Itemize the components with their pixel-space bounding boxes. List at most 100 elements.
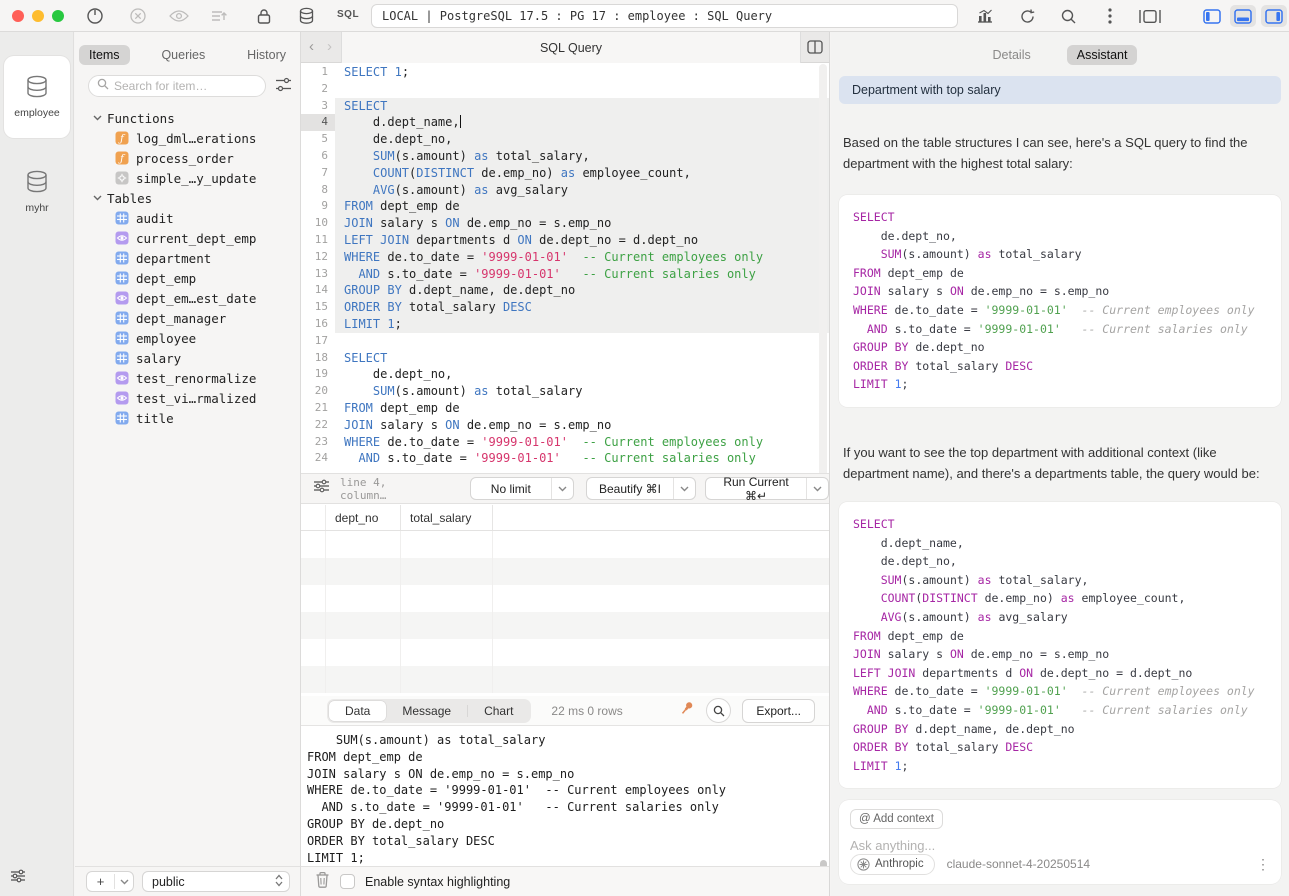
refresh-icon[interactable] bbox=[1016, 5, 1038, 27]
commit-changes-icon[interactable] bbox=[208, 5, 230, 27]
tab-details[interactable]: Details bbox=[983, 45, 1041, 65]
message-panel[interactable]: SUM(s.amount) as total_salaryFROM dept_e… bbox=[301, 726, 829, 866]
tab-assistant[interactable]: Assistant bbox=[1067, 45, 1138, 65]
filter-icon[interactable] bbox=[275, 77, 292, 97]
tree-item-employee[interactable]: employee bbox=[75, 328, 300, 348]
run-current-button[interactable]: Run Current ⌘↵ bbox=[705, 477, 829, 500]
back-icon[interactable]: ‹ bbox=[309, 38, 314, 55]
beautify-button[interactable]: Beautify ⌘I bbox=[586, 477, 696, 500]
assistant-code-block-2[interactable]: SELECT d.dept_name, de.dept_no, SUM(s.am… bbox=[839, 502, 1281, 788]
search-icon[interactable] bbox=[1057, 5, 1079, 27]
export-button[interactable]: Export... bbox=[742, 699, 815, 723]
toggle-bottom-panel-button[interactable] bbox=[1230, 5, 1256, 27]
results-tab-message[interactable]: Message bbox=[386, 701, 467, 721]
assistant-code-line: LEFT JOIN departments d ON de.dept_no = … bbox=[853, 664, 1267, 683]
tree-item-dept-manager[interactable]: dept_manager bbox=[75, 308, 300, 328]
tree-item-label: title bbox=[136, 411, 174, 426]
table-row[interactable] bbox=[301, 639, 829, 666]
minimize-window-button[interactable] bbox=[32, 10, 44, 22]
more-options-icon[interactable] bbox=[1099, 5, 1121, 27]
provider-select[interactable]: Anthropic bbox=[850, 854, 935, 875]
zoom-window-button[interactable] bbox=[52, 10, 64, 22]
column-header-dept-no[interactable]: dept_no bbox=[326, 505, 401, 530]
composer-menu-icon[interactable]: ⋮ bbox=[1256, 856, 1270, 873]
center-layout-icon[interactable] bbox=[1139, 5, 1161, 27]
database-icon[interactable] bbox=[295, 5, 317, 27]
items-tree: Functionsƒlog_dml…erationsƒprocess_order… bbox=[75, 108, 300, 862]
split-view-icon[interactable] bbox=[807, 40, 823, 59]
conversation-title[interactable]: Department with top salary bbox=[839, 76, 1281, 104]
tree-item-department[interactable]: department bbox=[75, 248, 300, 268]
lock-icon[interactable] bbox=[253, 5, 275, 27]
rail-settings-icon[interactable] bbox=[10, 869, 26, 888]
editor-settings-icon[interactable] bbox=[313, 479, 330, 498]
item-search-input[interactable]: Search for item… bbox=[88, 75, 266, 97]
tree-item-audit[interactable]: audit bbox=[75, 208, 300, 228]
toggle-left-panel-button[interactable] bbox=[1199, 5, 1225, 27]
tab-items[interactable]: Items bbox=[79, 45, 130, 65]
composer-input[interactable]: Ask anything... bbox=[850, 838, 1270, 853]
tree-item-log-dml-erations[interactable]: ƒlog_dml…erations bbox=[75, 128, 300, 148]
table-row[interactable] bbox=[301, 558, 829, 585]
line-number: 3 bbox=[301, 98, 335, 115]
line-number: 6 bbox=[301, 148, 335, 165]
tab-history[interactable]: History bbox=[237, 45, 296, 65]
connections-rail: employee myhr bbox=[0, 32, 74, 896]
tree-item-test-vi-rmalized[interactable]: test_vi…rmalized bbox=[75, 388, 300, 408]
sql-editor[interactable]: 123456789101112131415161718192021222324 … bbox=[301, 64, 829, 504]
code-line: SELECT bbox=[344, 350, 829, 367]
tree-item-title[interactable]: title bbox=[75, 408, 300, 428]
results-tab-chart[interactable]: Chart bbox=[468, 701, 529, 721]
message-line: GROUP BY de.dept_no bbox=[307, 816, 829, 833]
column-header-total-salary[interactable]: total_salary bbox=[401, 505, 493, 530]
view-icon bbox=[115, 231, 129, 245]
connection-icon[interactable] bbox=[84, 5, 106, 27]
tree-item-salary[interactable]: salary bbox=[75, 348, 300, 368]
results-tab-data[interactable]: Data bbox=[329, 701, 386, 721]
cursor-position: line 4, column… bbox=[340, 476, 438, 502]
close-window-button[interactable] bbox=[12, 10, 24, 22]
tree-item-simple-y-update[interactable]: simple_…y_update bbox=[75, 168, 300, 188]
forward-icon[interactable]: › bbox=[327, 38, 332, 55]
limit-dropdown[interactable]: No limit bbox=[470, 477, 574, 500]
search-results-button[interactable] bbox=[706, 698, 731, 723]
editor-panel: ‹ › SQL Query 12345678910111213141516171… bbox=[300, 32, 830, 896]
assistant-code-line: SELECT bbox=[853, 208, 1267, 227]
assistant-composer[interactable]: @ Add context Ask anything... Anthropic … bbox=[839, 800, 1281, 884]
assistant-code-block-1[interactable]: SELECT de.dept_no, SUM(s.amount) as tota… bbox=[839, 195, 1281, 407]
toggle-right-panel-button[interactable] bbox=[1261, 5, 1287, 27]
tree-item-test-renormalize[interactable]: test_renormalize bbox=[75, 368, 300, 388]
line-number: 14 bbox=[301, 282, 335, 299]
tree-item-current-dept-emp[interactable]: current_dept_emp bbox=[75, 228, 300, 248]
preview-eye-icon[interactable] bbox=[168, 5, 190, 27]
chart-icon[interactable] bbox=[974, 5, 996, 27]
tree-section-tables[interactable]: Tables bbox=[75, 188, 300, 208]
editor-scrollbar[interactable] bbox=[819, 64, 827, 504]
table-row[interactable] bbox=[301, 666, 829, 693]
table-row[interactable] bbox=[301, 612, 829, 639]
table-row[interactable] bbox=[301, 531, 829, 558]
editor-code[interactable]: SELECT 1;SELECT d.dept_name, de.dept_no,… bbox=[335, 64, 829, 504]
add-context-button[interactable]: @ Add context bbox=[850, 809, 943, 829]
editor-tab-title[interactable]: SQL Query bbox=[341, 32, 801, 63]
function-icon: ƒ bbox=[115, 151, 129, 165]
tree-section-functions[interactable]: Functions bbox=[75, 108, 300, 128]
tab-queries[interactable]: Queries bbox=[151, 45, 215, 65]
disconnect-icon[interactable] bbox=[127, 5, 149, 27]
tree-item-label: test_renormalize bbox=[136, 371, 256, 386]
results-grid[interactable]: dept_no total_salary bbox=[301, 505, 829, 696]
pin-icon[interactable] bbox=[678, 699, 696, 722]
tree-item-dept-emp[interactable]: dept_emp bbox=[75, 268, 300, 288]
connection-myhr[interactable]: myhr bbox=[4, 151, 70, 233]
connection-employee[interactable]: employee bbox=[4, 56, 70, 138]
syntax-highlighting-checkbox[interactable] bbox=[340, 874, 355, 889]
schema-select[interactable]: public bbox=[142, 871, 290, 892]
table-row[interactable] bbox=[301, 585, 829, 612]
tree-item-dept-em-est-date[interactable]: dept_em…est_date bbox=[75, 288, 300, 308]
sql-badge: SQL bbox=[337, 9, 359, 20]
add-item-button[interactable]: + bbox=[86, 871, 134, 892]
function-icon: ƒ bbox=[115, 131, 129, 145]
tree-item-process-order[interactable]: ƒprocess_order bbox=[75, 148, 300, 168]
table-icon bbox=[115, 271, 129, 285]
trash-icon[interactable] bbox=[315, 871, 330, 893]
